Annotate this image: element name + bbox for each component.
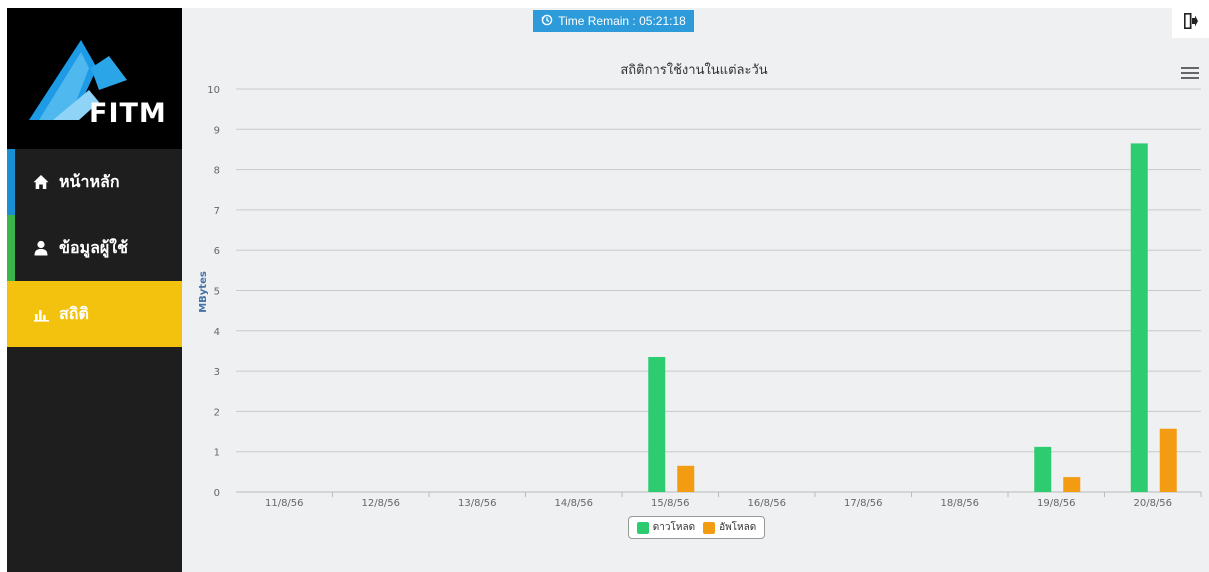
y-tick-label: 10: [207, 85, 220, 96]
x-tick-label: 19/8/56: [1037, 498, 1076, 509]
legend-item-upload[interactable]: อัพโหลด: [703, 520, 756, 535]
sidebar-item-home[interactable]: หน้าหลัก: [7, 149, 182, 215]
x-tick-label: 20/8/56: [1133, 498, 1172, 509]
legend-label-upload: อัพโหลด: [719, 522, 757, 533]
sidebar-item-stripe: [7, 149, 15, 215]
bar-download[interactable]: [1034, 446, 1052, 492]
x-tick-label: 18/8/56: [940, 498, 979, 509]
x-tick-label: 11/8/56: [265, 498, 304, 509]
bar-download[interactable]: [1130, 143, 1148, 492]
logo[interactable]: FITM: [7, 8, 182, 149]
legend-swatch-upload: [703, 521, 716, 534]
x-tick-label: 12/8/56: [361, 498, 400, 509]
x-tick-label: 17/8/56: [844, 498, 883, 509]
legend-swatch-download: [636, 521, 649, 534]
sidebar-item-stripe: [7, 215, 15, 281]
y-tick-label: 9: [214, 125, 220, 136]
sidebar-item-label: สถิติ: [59, 303, 89, 323]
chart-menu-button[interactable]: [1181, 64, 1199, 80]
x-tick-label: 16/8/56: [747, 498, 786, 509]
y-tick-label: 2: [214, 407, 220, 418]
sidebar-item-label: ข้อมูลผู้ใช้: [59, 237, 128, 257]
y-axis-label: MBytes: [198, 271, 209, 313]
grid-lines: [236, 88, 1201, 493]
x-tick-label: 15/8/56: [651, 498, 690, 509]
y-tick-label: 8: [214, 166, 220, 177]
bar-download[interactable]: [648, 356, 666, 492]
y-tick-label: 3: [214, 367, 220, 378]
sidebar-item-label: หน้าหลัก: [59, 171, 120, 191]
y-tick-label: 6: [214, 246, 220, 257]
home-icon: [33, 174, 49, 190]
x-tick-label: 14/8/56: [554, 498, 593, 509]
legend-item-download[interactable]: ดาวโหลด: [636, 520, 696, 535]
chart-legend: ดาวโหลด อัพโหลด: [628, 516, 765, 539]
y-tick-label: 1: [214, 448, 220, 459]
bar-upload[interactable]: [677, 465, 695, 492]
y-tick-label: 4: [214, 327, 220, 338]
y-tick-label: 0: [214, 488, 220, 499]
bars: [648, 143, 1177, 492]
y-tick-label: 7: [214, 206, 220, 217]
sidebar-item-statistics[interactable]: สถิติ: [7, 281, 182, 347]
x-axis-ticks: 11/8/56 12/8/56 13/8/56 14/8/56 15/8/56 16/8/…: [265, 492, 1202, 509]
bar-chart-icon: [33, 306, 49, 322]
user-icon: [33, 240, 49, 256]
logo-text: FITM: [89, 98, 167, 129]
sidebar-item-user-info[interactable]: ข้อมูลผู้ใช้: [7, 215, 182, 281]
sidebar: FITM หน้าหลัก ข้อมูลผู้ใช้ สถิติ: [7, 8, 182, 572]
usage-chart: สถิติการใช้งานในแต่ละวัน MBytes 0 1 2 3 4 5 6 7…: [198, 62, 1202, 509]
hamburger-menu-icon: [1181, 67, 1199, 69]
y-axis-ticks: 0 1 2 3 4 5 6 7 8 9 10: [207, 85, 220, 499]
bar-upload[interactable]: [1063, 477, 1081, 492]
bar-upload[interactable]: [1159, 428, 1177, 492]
main-content: Time Remain : 05:21:18 สถิติการใช้งานในแ…: [182, 8, 1209, 572]
legend-label-download: ดาวโหลด: [652, 522, 696, 533]
x-tick-label: 13/8/56: [458, 498, 497, 509]
y-tick-label: 5: [214, 287, 220, 298]
chart-title: สถิติการใช้งานในแต่ละวัน: [620, 62, 767, 78]
